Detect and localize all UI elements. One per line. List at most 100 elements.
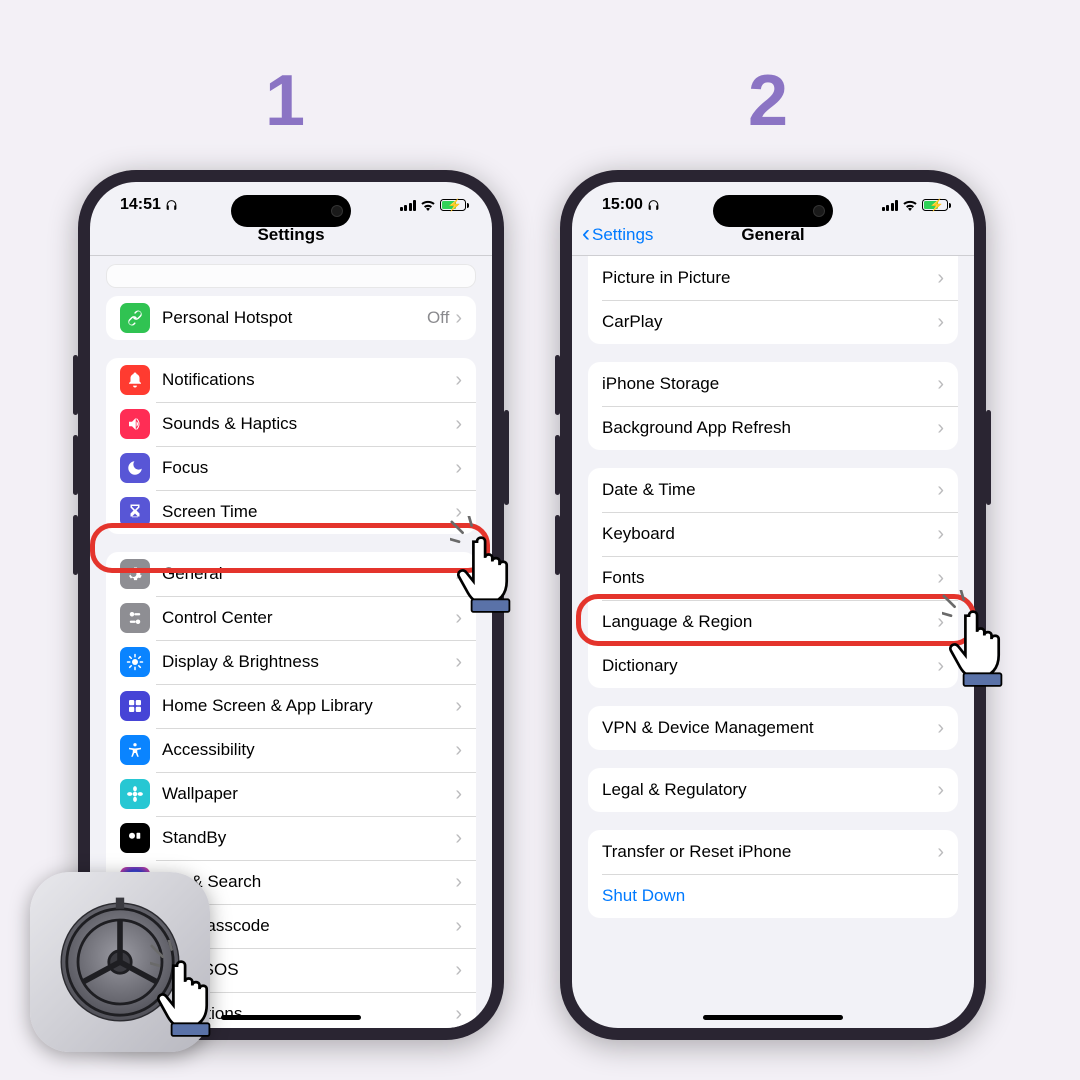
row-iphone-storage[interactable]: iPhone Storage › bbox=[588, 362, 958, 406]
group-vpn: VPN & Device Management › bbox=[588, 706, 958, 750]
phone-screen-2: 15:00 ⚡ ‹ Settings General Picture in Pi… bbox=[572, 182, 974, 1028]
group-reset: Transfer or Reset iPhone › Shut Down bbox=[588, 830, 958, 918]
back-button[interactable]: ‹ Settings bbox=[582, 222, 653, 248]
wifi-icon bbox=[902, 199, 918, 211]
row-label: VPN & Device Management bbox=[602, 718, 937, 738]
row-label: Focus bbox=[162, 458, 455, 478]
row-screen-time[interactable]: Screen Time › bbox=[106, 490, 476, 534]
gear-icon bbox=[50, 892, 190, 1032]
chevron-right-icon: › bbox=[455, 607, 462, 630]
speaker-icon bbox=[120, 409, 150, 439]
bell-icon bbox=[120, 365, 150, 395]
chevron-right-icon: › bbox=[455, 457, 462, 480]
chevron-right-icon: › bbox=[455, 413, 462, 436]
row-label: Keyboard bbox=[602, 524, 937, 544]
dynamic-island bbox=[231, 195, 351, 227]
chevron-right-icon: › bbox=[455, 915, 462, 938]
row-dictionary[interactable]: Dictionary › bbox=[588, 644, 958, 688]
row-vpn-device-management[interactable]: VPN & Device Management › bbox=[588, 706, 958, 750]
chevron-right-icon: › bbox=[937, 717, 944, 740]
row-control-center[interactable]: Control Center › bbox=[106, 596, 476, 640]
step-number-2: 2 bbox=[748, 60, 788, 142]
row-value: Off bbox=[427, 308, 449, 328]
row-label: iPhone Storage bbox=[602, 374, 937, 394]
row-notifications[interactable]: Notifications › bbox=[106, 358, 476, 402]
row-label: General bbox=[162, 564, 455, 584]
row-fonts[interactable]: Fonts › bbox=[588, 556, 958, 600]
page-title: General bbox=[741, 225, 804, 245]
row-label: Display & Brightness bbox=[162, 652, 455, 672]
cellular-icon bbox=[882, 200, 899, 211]
row-label: Screen Time bbox=[162, 502, 455, 522]
row-label: Home Screen & App Library bbox=[162, 696, 455, 716]
link-icon bbox=[120, 303, 150, 333]
step-number-1: 1 bbox=[265, 60, 305, 142]
row-label: Dictionary bbox=[602, 656, 937, 676]
row-general[interactable]: General › bbox=[106, 552, 476, 596]
moon-icon bbox=[120, 453, 150, 483]
row-label: Transfer or Reset iPhone bbox=[602, 842, 937, 862]
row-label: Sounds & Haptics bbox=[162, 414, 455, 434]
battery-icon: ⚡ bbox=[440, 199, 466, 211]
home-indicator[interactable] bbox=[703, 1015, 843, 1020]
row-background-refresh[interactable]: Background App Refresh › bbox=[588, 406, 958, 450]
search-field-partial[interactable] bbox=[106, 264, 476, 288]
chevron-right-icon: › bbox=[937, 611, 944, 634]
accessibility-icon bbox=[120, 735, 150, 765]
chevron-right-icon: › bbox=[937, 311, 944, 334]
row-language-region[interactable]: Language & Region › bbox=[588, 600, 958, 644]
row-legal-regulatory[interactable]: Legal & Regulatory › bbox=[588, 768, 958, 812]
row-picture-in-picture[interactable]: Picture in Picture › bbox=[588, 256, 958, 300]
row-standby[interactable]: StandBy › bbox=[106, 816, 476, 860]
row-label: Notifications bbox=[162, 370, 455, 390]
chevron-right-icon: › bbox=[937, 373, 944, 396]
chevron-right-icon: › bbox=[455, 739, 462, 762]
battery-icon: ⚡ bbox=[922, 199, 948, 211]
standby-icon bbox=[120, 823, 150, 853]
chevron-right-icon: › bbox=[937, 841, 944, 864]
row-label: Control Center bbox=[162, 608, 455, 628]
row-label: CarPlay bbox=[602, 312, 937, 332]
row-home-screen[interactable]: Home Screen & App Library › bbox=[106, 684, 476, 728]
chevron-right-icon: › bbox=[455, 563, 462, 586]
switches-icon bbox=[120, 603, 150, 633]
row-personal-hotspot[interactable]: Personal Hotspot Off › bbox=[106, 296, 476, 340]
row-label: StandBy bbox=[162, 828, 455, 848]
chevron-right-icon: › bbox=[455, 871, 462, 894]
back-label: Settings bbox=[592, 225, 653, 245]
home-indicator[interactable] bbox=[221, 1015, 361, 1020]
row-focus[interactable]: Focus › bbox=[106, 446, 476, 490]
row-display-brightness[interactable]: Display & Brightness › bbox=[106, 640, 476, 684]
chevron-right-icon: › bbox=[937, 417, 944, 440]
status-time: 14:51 bbox=[120, 196, 161, 214]
row-label: Siri & Search bbox=[162, 872, 455, 892]
row-label: Date & Time bbox=[602, 480, 937, 500]
wifi-icon bbox=[420, 199, 436, 211]
row-shut-down[interactable]: Shut Down bbox=[588, 874, 958, 918]
row-label: Shut Down bbox=[602, 886, 944, 906]
row-label: Language & Region bbox=[602, 612, 937, 632]
row-transfer-reset[interactable]: Transfer or Reset iPhone › bbox=[588, 830, 958, 874]
group-top: Picture in Picture › CarPlay › bbox=[588, 256, 958, 344]
headphones-icon bbox=[647, 199, 660, 212]
chevron-left-icon: ‹ bbox=[582, 220, 590, 248]
grid-icon bbox=[120, 691, 150, 721]
general-content[interactable]: Picture in Picture › CarPlay › iPhone St… bbox=[572, 256, 974, 918]
row-keyboard[interactable]: Keyboard › bbox=[588, 512, 958, 556]
chevron-right-icon: › bbox=[455, 307, 462, 330]
chevron-right-icon: › bbox=[455, 651, 462, 674]
row-label: Fonts bbox=[602, 568, 937, 588]
row-wallpaper[interactable]: Wallpaper › bbox=[106, 772, 476, 816]
cellular-icon bbox=[400, 200, 417, 211]
row-carplay[interactable]: CarPlay › bbox=[588, 300, 958, 344]
row-label: Picture in Picture bbox=[602, 268, 937, 288]
row-accessibility[interactable]: Accessibility › bbox=[106, 728, 476, 772]
group-storage: iPhone Storage › Background App Refresh … bbox=[588, 362, 958, 450]
chevron-right-icon: › bbox=[937, 523, 944, 546]
row-date-time[interactable]: Date & Time › bbox=[588, 468, 958, 512]
row-sounds-haptics[interactable]: Sounds & Haptics › bbox=[106, 402, 476, 446]
chevron-right-icon: › bbox=[937, 267, 944, 290]
settings-app-icon[interactable] bbox=[30, 872, 210, 1052]
row-label: Legal & Regulatory bbox=[602, 780, 937, 800]
chevron-right-icon: › bbox=[937, 567, 944, 590]
